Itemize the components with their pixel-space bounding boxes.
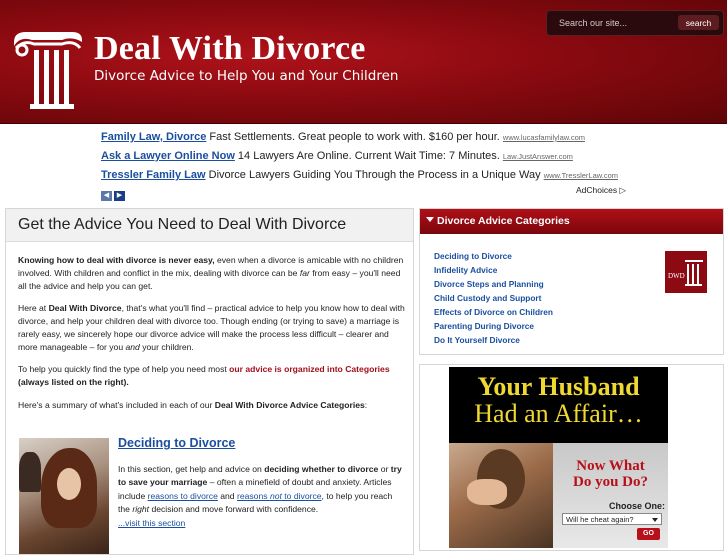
category-link-effects[interactable]: Effects of Divorce on Children: [434, 307, 553, 321]
link-em: not: [269, 490, 282, 501]
about-paragraph: Here at Deal With Divorce, that's what y…: [18, 302, 408, 354]
intro-em: far: [299, 268, 310, 278]
section-text: In this section, get help and advice on: [118, 464, 265, 474]
banner-select-value: Will he cheat again?: [566, 515, 634, 524]
ad-title-link[interactable]: Tressler Family Law: [101, 169, 206, 181]
ad-text: Fast Settlements. Great people to work w…: [206, 131, 500, 143]
ad-line: Family Law, Divorce Fast Settlements. Gr…: [101, 131, 701, 150]
banner-select[interactable]: Will he cheat again?: [562, 513, 662, 525]
ad-next-icon[interactable]: ▶: [114, 191, 125, 201]
category-link-infidelity[interactable]: Infidelity Advice: [434, 265, 553, 279]
summary-text: Here's a summary of what's included in e…: [18, 400, 215, 410]
site-title[interactable]: Deal With Divorce: [94, 30, 366, 68]
summary-text: :: [364, 400, 368, 410]
link-part: reasons: [236, 490, 270, 501]
couple-photo[interactable]: [19, 438, 109, 554]
about-text: Here at: [18, 303, 49, 313]
chevron-down-icon: [652, 518, 658, 522]
ad-line: Ask a Lawyer Online Now 14 Lawyers Are O…: [101, 150, 701, 169]
summary-paragraph: Here's a summary of what's included in e…: [18, 399, 408, 412]
section-bold: deciding whether to divorce: [264, 464, 379, 474]
link-part: to divorce: [281, 490, 322, 501]
section-heading-link[interactable]: Deciding to Divorce: [118, 436, 235, 450]
ad-url-link[interactable]: www.lucasfamilylaw.com: [503, 133, 585, 142]
category-link-custody[interactable]: Child Custody and Support: [434, 293, 553, 307]
ad-url-link[interactable]: Law.JustAnswer.com: [503, 152, 573, 161]
pillar-logo-icon[interactable]: [10, 28, 84, 112]
banner-question-line: Do you Do?: [572, 474, 648, 490]
ad-title-link[interactable]: Family Law, Divorce: [101, 131, 206, 143]
categories-widget: Divorce Advice Categories Deciding to Di…: [419, 208, 724, 355]
adchoices-link[interactable]: AdChoices ▷: [576, 185, 626, 196]
sidebar-ad: Your Husband Had an Affair… Now What Do y…: [419, 364, 724, 551]
category-link-diy[interactable]: Do It Yourself Divorce: [434, 335, 553, 349]
search-box: search: [546, 10, 724, 36]
summary-bold: Deal With Divorce Advice Categories: [214, 400, 365, 410]
banner-photo: [449, 443, 553, 548]
section-description: In this section, get help and advice on …: [118, 463, 403, 530]
banner-headline: Had an Affair…: [474, 399, 643, 428]
site-tagline: Divorce Advice to Help You and Your Chil…: [94, 68, 399, 84]
affair-banner-ad[interactable]: Your Husband Had an Affair… Now What Do y…: [449, 367, 668, 548]
visit-section-link[interactable]: ...visit this section: [118, 518, 185, 528]
intro-bold: Knowing how to deal with divorce is neve…: [18, 255, 215, 265]
ad-text: Divorce Lawyers Guiding You Through the …: [205, 169, 541, 181]
category-link-steps[interactable]: Divorce Steps and Planning: [434, 279, 553, 293]
ad-nav: ◀ ▶: [101, 184, 127, 202]
categories-header-label: Divorce Advice Categories: [437, 215, 570, 227]
intro-paragraph: Knowing how to deal with divorce is neve…: [18, 254, 408, 293]
photo-figure-man: [19, 452, 41, 492]
categories-header[interactable]: Divorce Advice Categories: [420, 209, 723, 234]
svg-text:DWD: DWD: [668, 272, 685, 280]
banner-go-button[interactable]: GO: [637, 528, 660, 540]
main-title-bar: Get the Advice You Need to Deal With Div…: [6, 209, 413, 242]
reasons-not-to-divorce-link[interactable]: reasons not to divorce: [237, 491, 322, 501]
ad-text: 14 Lawyers Are Online. Current Wait Time…: [234, 150, 500, 162]
ad-title-link[interactable]: Ask a Lawyer Online Now: [101, 150, 235, 162]
categories-highlight: our advice is organized into Categories: [229, 364, 390, 374]
dwd-logo-icon: DWD: [665, 251, 707, 293]
reasons-to-divorce-link[interactable]: reasons to divorce: [148, 491, 218, 501]
about-bold: Deal With Divorce: [48, 303, 122, 313]
main-content: Get the Advice You Need to Deal With Div…: [5, 208, 414, 555]
section-text: or: [378, 464, 391, 474]
search-input[interactable]: [551, 14, 673, 31]
banner-headline: Your Husband: [477, 372, 640, 401]
photo-figure-face: [57, 468, 81, 500]
site-header: Deal With Divorce Divorce Advice to Help…: [0, 0, 727, 124]
ad-url-link[interactable]: www.TresslerLaw.com: [544, 171, 618, 180]
banner-choose-label: Choose One:: [608, 501, 665, 511]
caret-down-icon: [426, 217, 434, 222]
page-title: Get the Advice You Need to Deal With Div…: [18, 216, 347, 233]
banner-question-line: Now What: [576, 458, 645, 474]
search-button[interactable]: search: [678, 15, 719, 30]
text-ads: Family Law, Divorce Fast Settlements. Gr…: [101, 131, 701, 188]
ad-prev-icon[interactable]: ◀: [101, 191, 112, 201]
categories-paragraph: To help you quickly find the type of hel…: [18, 363, 408, 389]
section-em: right: [132, 504, 150, 515]
category-link-parenting[interactable]: Parenting During Divorce: [434, 321, 553, 335]
section-text: and: [217, 490, 237, 501]
categories-list: Deciding to Divorce Infidelity Advice Di…: [434, 251, 553, 349]
section-text: decision and move forward with confidenc…: [149, 504, 319, 515]
categories-text: To help you quickly find the type of hel…: [18, 364, 230, 374]
photo-figure-hand: [467, 479, 507, 505]
about-em: and: [125, 342, 140, 352]
banner-question: Now What Do you Do?: [553, 458, 668, 490]
category-link-deciding[interactable]: Deciding to Divorce: [434, 251, 553, 265]
about-text: your children.: [139, 342, 194, 352]
categories-bold: (always listed on the right).: [18, 377, 129, 387]
